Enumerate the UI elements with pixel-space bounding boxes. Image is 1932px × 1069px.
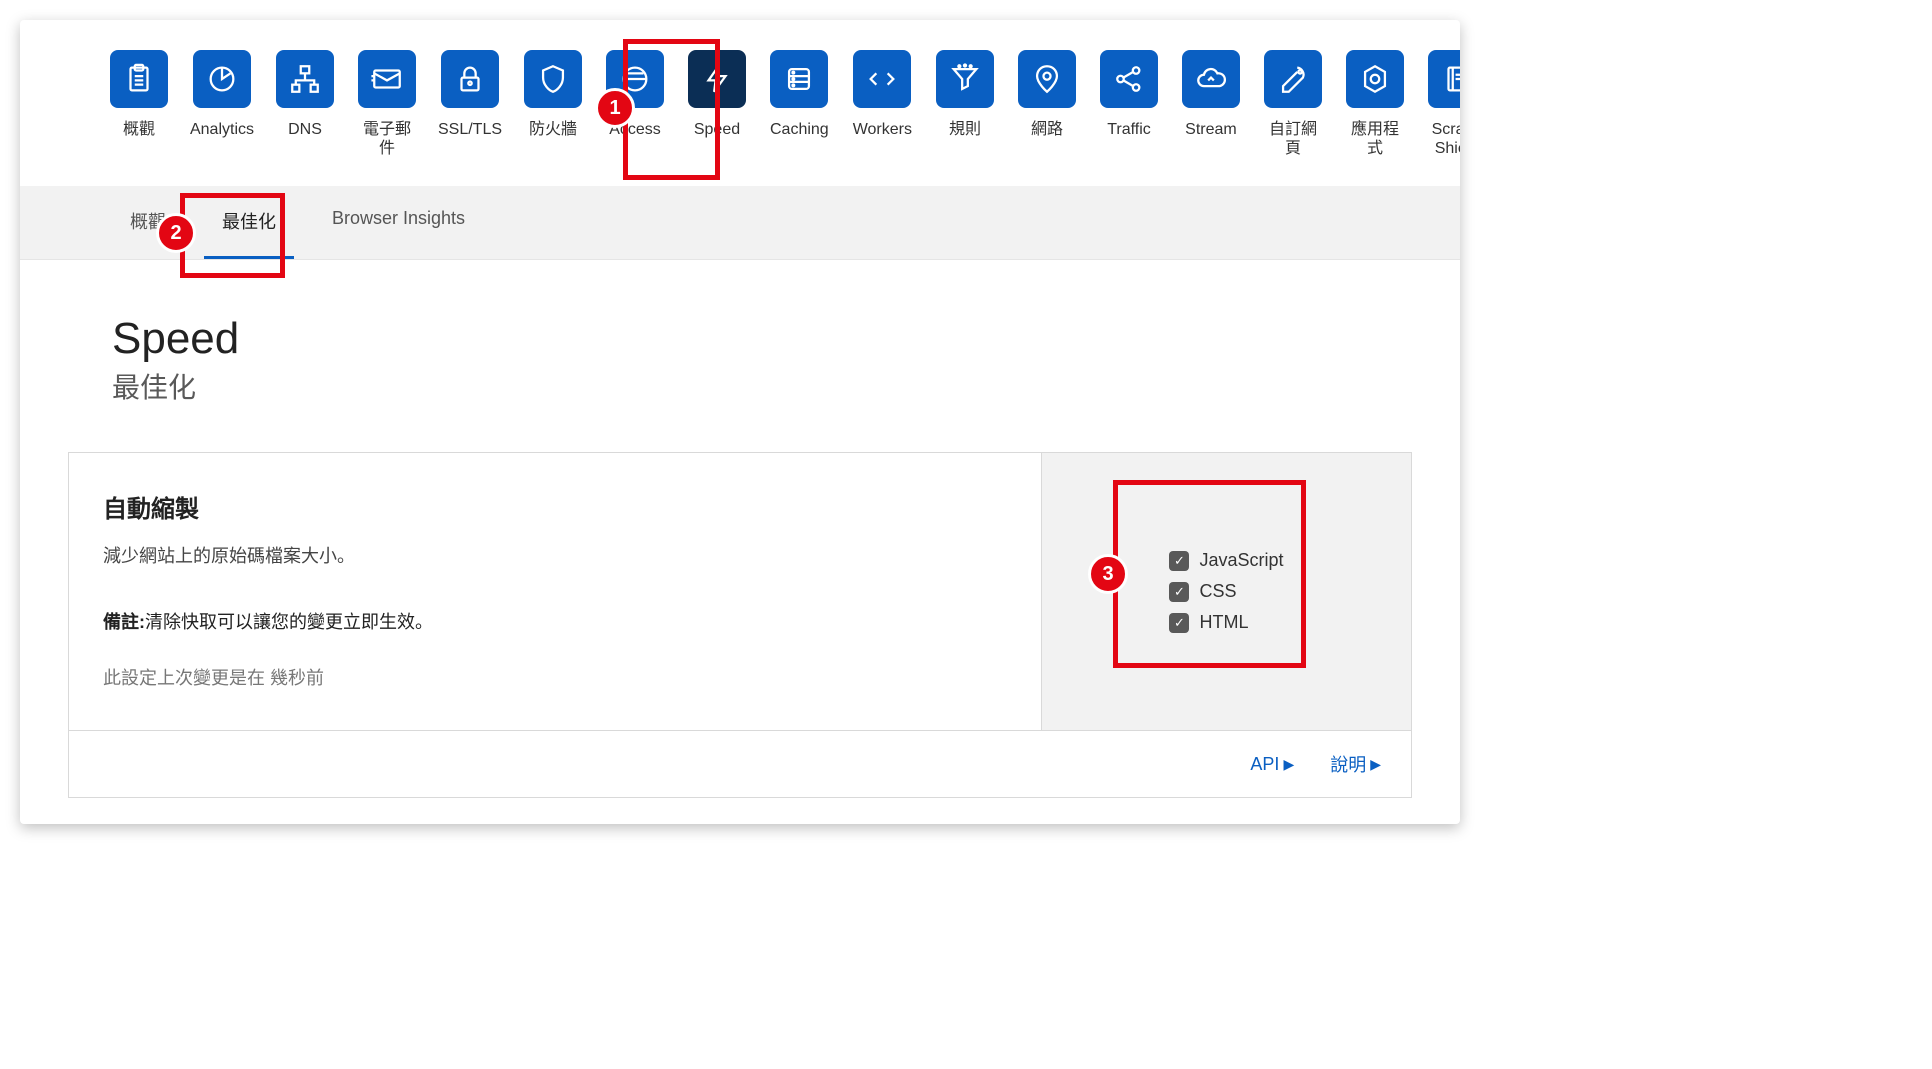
nav-label: Scrape Shield (1428, 120, 1460, 158)
nav-item-scrapeshield[interactable]: Scrape Shield (1428, 50, 1460, 158)
caret-right-icon: ▶ (1283, 756, 1294, 773)
nav-item-dns[interactable]: DNS (276, 50, 334, 158)
card-description: 減少網站上的原始碼檔案大小。 (103, 542, 1007, 568)
nav-label: 規則 (949, 120, 981, 139)
nav-label: 應用程式 (1346, 120, 1404, 158)
nav-item-workers[interactable]: Workers (853, 50, 912, 158)
help-link[interactable]: 說明▶ (1330, 751, 1381, 777)
nav-item-ssl[interactable]: SSL/TLS (440, 50, 500, 158)
nav-label: Workers (853, 120, 912, 139)
nav-label: 防火牆 (529, 120, 577, 139)
nav-label: SSL/TLS (438, 120, 502, 139)
checkbox-html[interactable]: ✓ HTML (1169, 612, 1283, 633)
checkbox-box: ✓ (1169, 551, 1189, 571)
nav-item-traffic[interactable]: Traffic (1100, 50, 1158, 158)
nav-item-access[interactable]: Access (606, 50, 664, 158)
card-title: 自動縮製 (103, 489, 1007, 524)
bolt-icon (688, 50, 746, 108)
pin-icon (1018, 50, 1076, 108)
nav-label: 電子郵件 (358, 120, 416, 158)
sitemap-icon (276, 50, 334, 108)
nav-item-caching[interactable]: Caching (770, 50, 829, 158)
help-link-label: 說明 (1330, 751, 1366, 777)
funnel-icon (936, 50, 994, 108)
checkbox-box: ✓ (1169, 582, 1189, 602)
nav-label: DNS (288, 120, 322, 139)
share-icon (1100, 50, 1158, 108)
checkbox-label: CSS (1199, 581, 1236, 602)
nav-label: Traffic (1107, 120, 1151, 139)
nav-item-network[interactable]: 網路 (1018, 50, 1076, 158)
note-label: 備註: (103, 612, 145, 632)
envelope-icon (358, 50, 416, 108)
code-icon (853, 50, 911, 108)
checkbox-label: JavaScript (1199, 550, 1283, 571)
nav-item-apps[interactable]: 應用程式 (1346, 50, 1404, 158)
nav-item-firewall[interactable]: 防火牆 (524, 50, 582, 158)
page-subtitle: 最佳化 (112, 366, 1460, 406)
wrench-icon (1264, 50, 1322, 108)
cloud-icon (1182, 50, 1240, 108)
pie-icon (193, 50, 251, 108)
nav-label: Analytics (190, 120, 254, 139)
database-icon (770, 50, 828, 108)
clipboard-icon (110, 50, 168, 108)
shield-icon (524, 50, 582, 108)
card-timestamp: 此設定上次變更是在 幾秒前 (103, 664, 1007, 690)
nav-item-stream[interactable]: Stream (1182, 50, 1240, 158)
nav-label: 網路 (1031, 120, 1063, 139)
checkbox-css[interactable]: ✓ CSS (1169, 581, 1283, 602)
nav-label: Stream (1185, 120, 1237, 139)
nav-item-analytics[interactable]: Analytics (192, 50, 252, 158)
auto-minify-card: 自動縮製 減少網站上的原始碼檔案大小。 備註:清除快取可以讓您的變更立即生效。 … (68, 452, 1412, 798)
nav-label: Speed (694, 120, 740, 139)
tab-browser-insights[interactable]: Browser Insights (314, 186, 483, 259)
tab-overview[interactable]: 概觀 (112, 186, 184, 259)
note-text: 清除快取可以讓您的變更立即生效。 (145, 612, 433, 632)
hex-gear-icon (1346, 50, 1404, 108)
nav-label: 概觀 (123, 120, 155, 139)
nav-label: 自訂網頁 (1264, 120, 1322, 158)
card-note: 備註:清除快取可以讓您的變更立即生效。 (103, 608, 1007, 634)
tab-optimize[interactable]: 最佳化 (204, 186, 294, 259)
access-icon (606, 50, 664, 108)
api-link-label: API (1250, 754, 1279, 775)
nav-item-speed[interactable]: Speed (688, 50, 746, 158)
checkbox-js[interactable]: ✓ JavaScript (1169, 550, 1283, 571)
nav-label: Caching (770, 120, 829, 139)
nav-item-rules[interactable]: 規則 (936, 50, 994, 158)
checkbox-label: HTML (1199, 612, 1248, 633)
lock-icon (441, 50, 499, 108)
notebook-icon (1428, 50, 1460, 108)
page-title: Speed (112, 314, 1460, 364)
nav-item-email[interactable]: 電子郵件 (358, 50, 416, 158)
caret-right-icon: ▶ (1370, 756, 1381, 773)
nav-label: Access (609, 120, 661, 139)
checkbox-box: ✓ (1169, 613, 1189, 633)
nav-item-custompages[interactable]: 自訂網頁 (1264, 50, 1322, 158)
nav-item-overview[interactable]: 概觀 (110, 50, 168, 158)
api-link[interactable]: API▶ (1250, 751, 1294, 777)
